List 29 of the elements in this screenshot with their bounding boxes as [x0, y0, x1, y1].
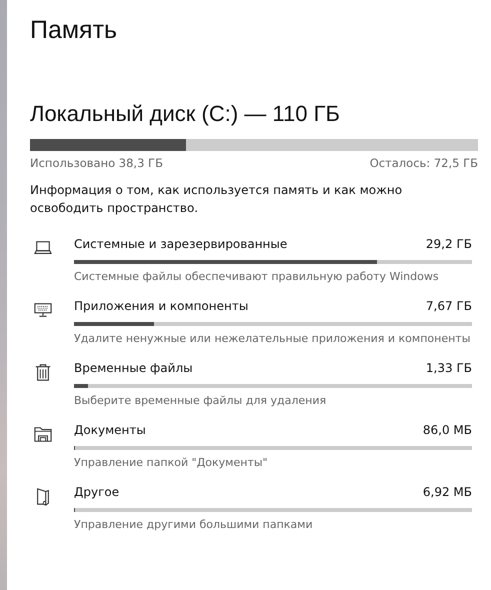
category-name: Документы	[74, 423, 146, 437]
monitor-icon	[34, 301, 52, 320]
category-size: 86,0 МБ	[422, 423, 472, 437]
category-description: Управление папкой "Документы"	[74, 456, 269, 469]
folder-icon	[34, 425, 52, 444]
category-size: 29,2 ГБ	[426, 237, 472, 251]
drive-title: Локальный диск (C:) — 110 ГБ	[30, 101, 341, 127]
trash-icon	[34, 363, 52, 382]
category-name: Приложения и компоненты	[74, 299, 248, 313]
category-description: Системные файлы обеспечивают правильную работу Windows	[74, 270, 440, 283]
category-size: 1,33 ГБ	[426, 361, 472, 375]
page-title: Память	[30, 16, 118, 45]
category-row[interactable]: Приложения и компоненты 7,67 ГБ Удалите ненужные или нежелательные приложения и компоненты	[30, 299, 479, 345]
document-icon	[34, 487, 52, 506]
category-row[interactable]: Системные и зарезервированные 29,2 ГБ Системные файлы обеспечивают правильную работу Windows	[30, 237, 479, 283]
used-label: Использовано 38,3 ГБ	[30, 156, 163, 170]
free-label: Осталось: 72,5 ГБ	[370, 156, 478, 170]
category-name: Другое	[74, 485, 120, 499]
category-description: Управление другими большими папками	[74, 518, 314, 531]
category-size: 6,92 МБ	[422, 485, 472, 499]
info-text: Информация о том, как используется память и как можно освободить пространство.	[30, 182, 404, 217]
category-description: Выберите временные файлы для удаления	[74, 394, 328, 407]
category-row[interactable]: Другое 6,92 МБ Управление другими большими папками	[30, 485, 479, 531]
category-size: 7,67 ГБ	[426, 299, 472, 313]
category-description: Удалите ненужные или нежелательные приложения и компоненты	[74, 332, 472, 345]
category-name: Системные и зарезервированные	[74, 237, 288, 251]
category-row[interactable]: Временные файлы 1,33 ГБ Выберите временные файлы для удаления	[30, 361, 479, 407]
category-name: Временные файлы	[74, 361, 193, 375]
category-row[interactable]: Документы 86,0 МБ Управление папкой "Документы"	[30, 423, 479, 469]
